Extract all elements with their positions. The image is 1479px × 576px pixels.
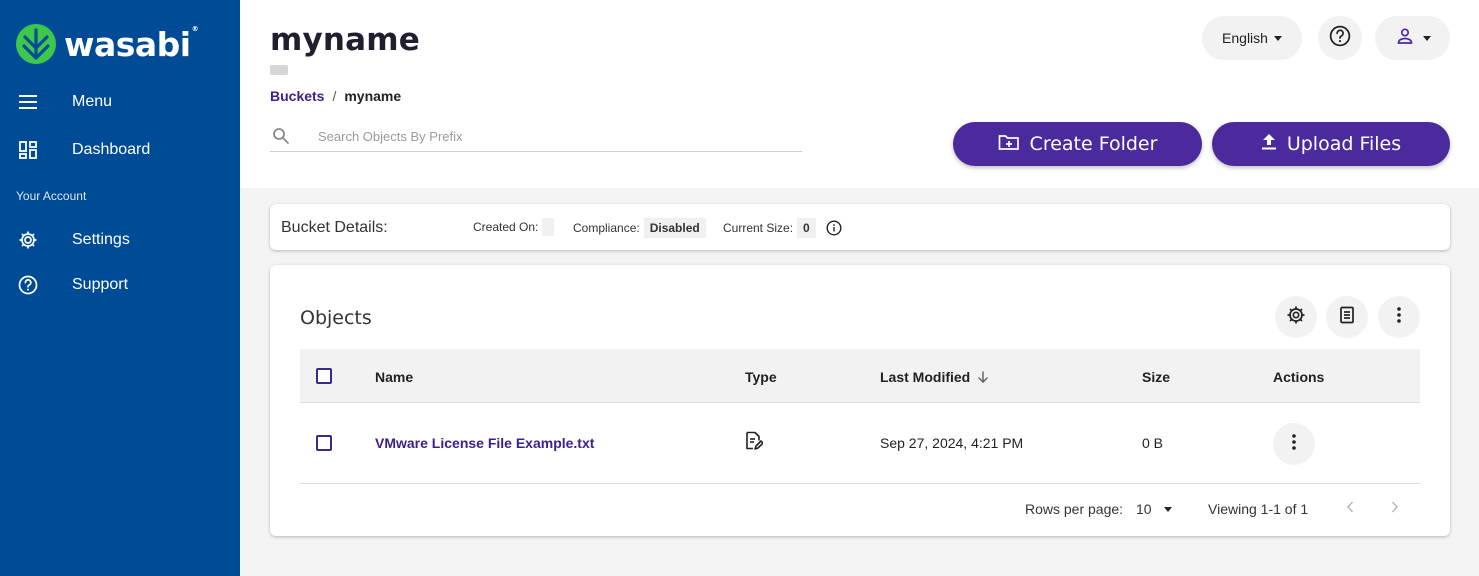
- compliance-detail: Compliance: Disabled: [573, 218, 706, 238]
- help-circle-icon: [1329, 25, 1351, 52]
- sidebar-item-settings[interactable]: Settings: [0, 220, 240, 260]
- compliance-label: Compliance:: [573, 221, 640, 235]
- search-bar: [270, 122, 802, 152]
- more-vertical-icon: [1396, 306, 1402, 329]
- breadcrumb: Buckets / myname: [270, 88, 401, 104]
- help-button[interactable]: [1318, 16, 1362, 60]
- column-header-name[interactable]: Name: [375, 369, 413, 385]
- table-settings-button[interactable]: [1275, 296, 1317, 338]
- current-size-value: 0: [797, 218, 816, 238]
- table-row[interactable]: VMware License File Example.txt Sep 27, …: [300, 404, 1420, 484]
- rows-per-page-select[interactable]: 10: [1136, 501, 1172, 517]
- more-options-button[interactable]: [1378, 296, 1420, 338]
- size-value: 0 B: [1142, 435, 1164, 451]
- row-checkbox[interactable]: [316, 435, 332, 451]
- caret-down-icon: [1273, 35, 1282, 41]
- user-menu-button[interactable]: [1375, 16, 1450, 60]
- gear-icon: [1286, 305, 1306, 330]
- dashboard-icon: [18, 140, 38, 160]
- current-size-detail: Current Size: 0: [723, 218, 842, 238]
- column-header-last-modified[interactable]: Last Modified: [880, 369, 990, 385]
- column-header-type[interactable]: Type: [745, 369, 777, 385]
- create-folder-button[interactable]: Create Folder: [953, 122, 1202, 166]
- search-input[interactable]: [318, 126, 788, 146]
- current-size-label: Current Size:: [723, 221, 794, 235]
- viewing-count: Viewing 1-1 of 1: [1208, 501, 1309, 517]
- hamburger-icon: [18, 92, 38, 112]
- table-header: Name Type Last Modified Size Actions: [300, 349, 1420, 403]
- upload-icon: [1261, 133, 1277, 156]
- caret-down-icon: [1163, 506, 1172, 512]
- next-page-button[interactable]: [1385, 499, 1405, 519]
- breadcrumb-current: myname: [344, 88, 402, 104]
- upload-files-button[interactable]: Upload Files: [1212, 122, 1450, 166]
- list-view-icon: [1339, 306, 1355, 329]
- column-header-last-modified-label: Last Modified: [880, 369, 971, 385]
- breadcrumb-buckets-link[interactable]: Buckets: [270, 88, 324, 104]
- chevron-right-icon: [1390, 500, 1400, 519]
- language-label: English: [1222, 30, 1268, 46]
- section-label-your-account: Your Account: [16, 189, 87, 203]
- created-on-label: Created On:: [473, 220, 539, 234]
- bucket-region-chip: [270, 65, 288, 75]
- created-on-value: [542, 218, 555, 236]
- sidebar-item-label: Settings: [72, 231, 130, 248]
- bucket-details-card: Bucket Details: Created On: Compliance: …: [270, 204, 1450, 250]
- sidebar-item-label: Support: [72, 276, 129, 293]
- sidebar: wasabi® Menu Dashboard Your Account Sett…: [0, 0, 240, 576]
- more-vertical-icon: [1291, 433, 1297, 456]
- gear-icon: [18, 230, 38, 250]
- previous-page-button[interactable]: [1340, 499, 1360, 519]
- sidebar-item-label: Menu: [72, 93, 113, 110]
- arrow-down-icon: [976, 370, 990, 384]
- sidebar-item-label: Dashboard: [72, 141, 151, 158]
- objects-title: Objects: [300, 307, 372, 329]
- column-view-button[interactable]: [1326, 296, 1368, 338]
- object-name-link[interactable]: VMware License File Example.txt: [375, 435, 594, 451]
- row-actions-button[interactable]: [1273, 423, 1315, 465]
- column-header-size[interactable]: Size: [1142, 369, 1170, 385]
- column-header-actions: Actions: [1273, 369, 1325, 385]
- rows-per-page-label: Rows per page:: [1025, 501, 1124, 517]
- user-icon: [1395, 26, 1415, 51]
- search-icon: [272, 127, 290, 150]
- objects-card: Objects Name Type Last Modified Size Act…: [270, 265, 1450, 536]
- compliance-value: Disabled: [643, 218, 706, 238]
- brand-name: wasabi®: [64, 24, 199, 64]
- bucket-details-title: Bucket Details:: [281, 219, 388, 236]
- breadcrumb-separator: /: [332, 88, 337, 104]
- sidebar-item-support[interactable]: Support: [0, 265, 240, 305]
- help-circle-icon: [18, 275, 38, 295]
- sidebar-item-dashboard[interactable]: Dashboard: [0, 130, 240, 170]
- wasabi-logo-icon: [16, 24, 56, 64]
- last-modified-value: Sep 27, 2024, 4:21 PM: [880, 435, 1024, 451]
- caret-down-icon: [1422, 35, 1431, 41]
- language-selector[interactable]: English: [1202, 16, 1302, 60]
- text-file-icon: [745, 431, 764, 454]
- create-folder-label: Create Folder: [1029, 133, 1158, 155]
- select-all-checkbox[interactable]: [316, 368, 332, 384]
- upload-files-label: Upload Files: [1286, 133, 1402, 155]
- page-title: myname: [270, 22, 421, 58]
- info-icon[interactable]: [826, 220, 842, 236]
- wasabi-logo[interactable]: wasabi®: [16, 24, 199, 64]
- chevron-left-icon: [1345, 500, 1355, 519]
- rows-per-page-value: 10: [1136, 501, 1152, 517]
- created-on-detail: Created On:: [473, 218, 555, 236]
- folder-add-icon: [998, 133, 1020, 156]
- sidebar-item-menu[interactable]: Menu: [0, 82, 240, 122]
